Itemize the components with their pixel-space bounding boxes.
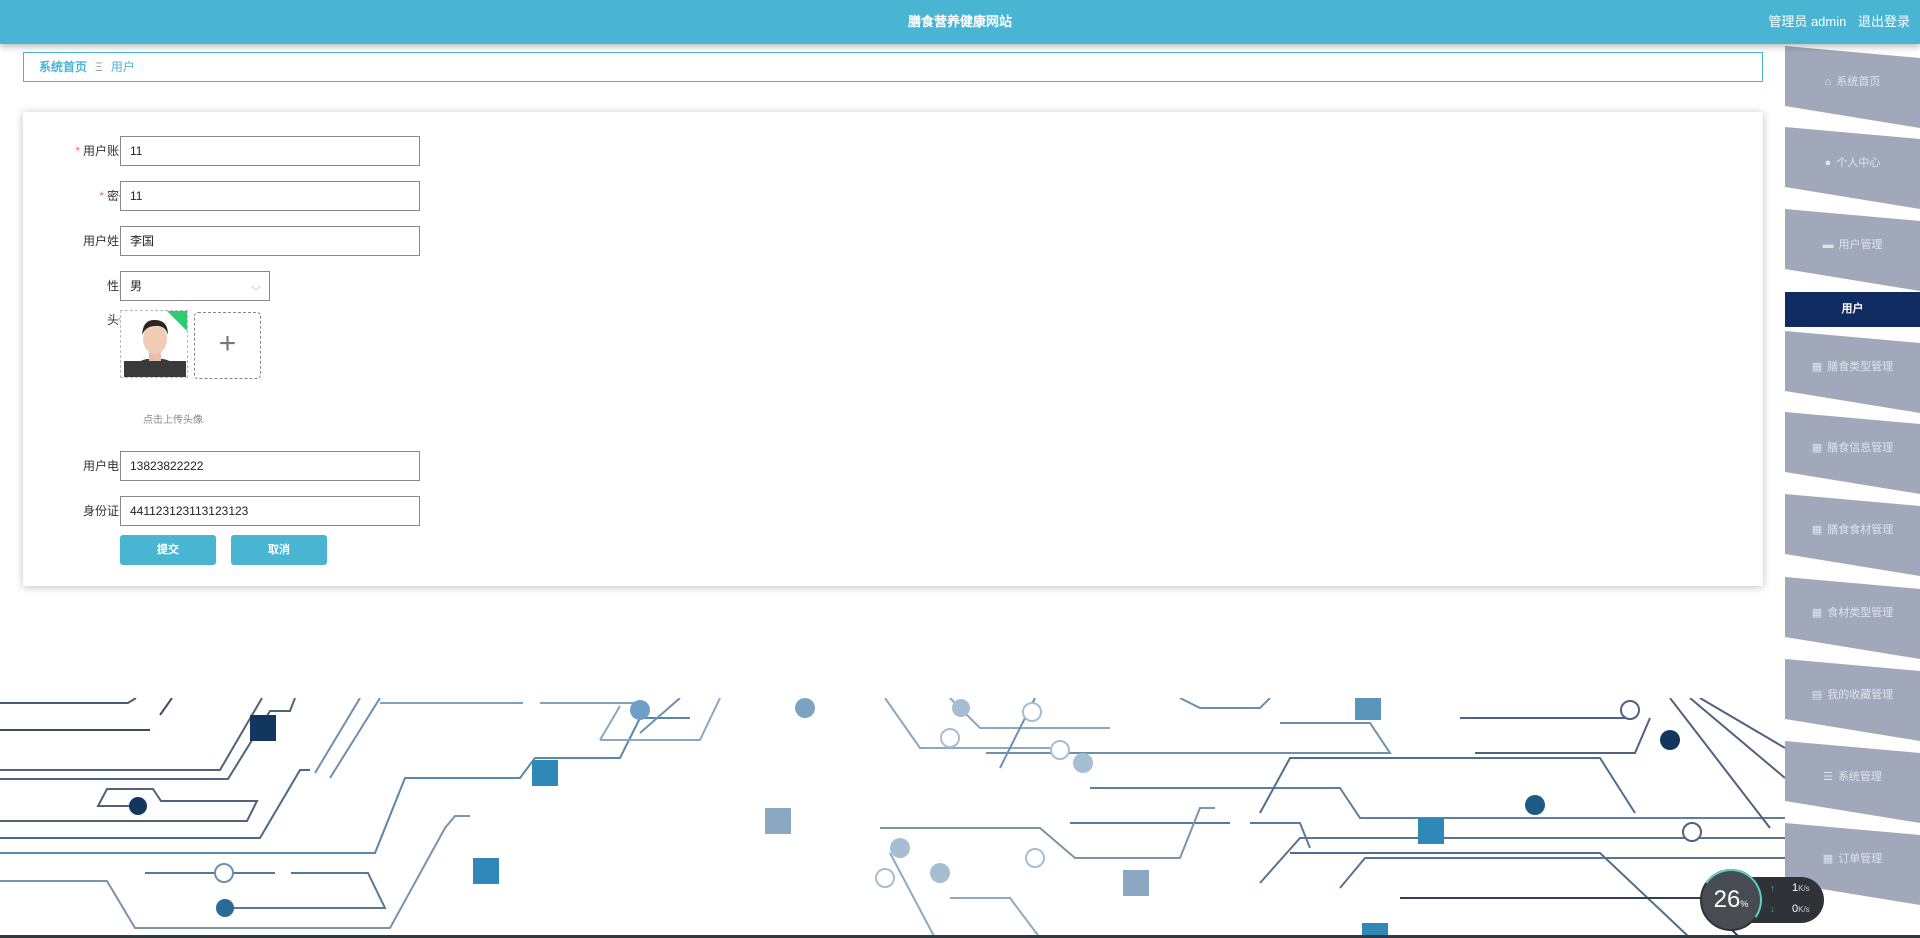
sidebar-item-label: 系统管理 [1837, 771, 1882, 783]
idcard-label: 身份证号 [82, 504, 131, 518]
sidebar-item-2[interactable]: ● 个人中心 [1785, 127, 1920, 209]
sidebar-item-6[interactable]: ▦ 膳食食材管理 [1785, 494, 1920, 576]
site-title: 膳食营养健康网站 [907, 14, 1012, 29]
upload-speed: 1K/s [1792, 882, 1810, 894]
grid-icon: ▦ [1811, 361, 1823, 373]
sidebar-item-label: 膳食食材管理 [1827, 524, 1894, 536]
download-arrow-icon: ↓ [1770, 904, 1775, 914]
grid-icon: ▦ [1811, 442, 1823, 454]
sidebar-item-label: 订单管理 [1838, 853, 1883, 865]
idcard-input[interactable]: 441123123113123123 [120, 496, 420, 526]
account-label: * 用户账号 [75, 144, 131, 158]
user-form: * 用户账号 11 * 密码 11 用户姓名 李国 性别 男 ﹀ 头像 + 点击上传头… [23, 112, 1763, 586]
breadcrumb-current: 用户 [110, 60, 135, 74]
gender-label: 性别 [106, 279, 131, 293]
sidebar-item-label: 系统首页 [1836, 76, 1881, 88]
sidebar-item-label: 膳食类型管理 [1827, 361, 1894, 373]
list-icon: ☰ [1823, 771, 1833, 783]
circuit-background [0, 698, 1785, 938]
name-input[interactable]: 李国 [120, 226, 420, 256]
sidebar-item-label: 我的收藏管理 [1827, 689, 1894, 701]
sidebar-item-4[interactable]: ▦ 膳食类型管理 [1785, 331, 1920, 413]
sidebar-item-5[interactable]: ▦ 膳食信息管理 [1785, 412, 1920, 494]
sidebar-item-3[interactable]: ▬ 用户管理 [1785, 209, 1920, 291]
upload-arrow-icon: ↑ [1770, 883, 1775, 893]
sidebar-item-label: 用户管理 [1838, 239, 1883, 251]
cancel-button[interactable]: 取消 [231, 535, 327, 565]
upload-plus-button[interactable]: + [194, 312, 261, 379]
phone-input[interactable]: 13823822222 [120, 451, 420, 481]
sidebar-item-8[interactable]: ▤ 我的收藏管理 [1785, 659, 1920, 741]
account-input[interactable]: 11 [120, 136, 420, 166]
download-speed: 0K/s [1792, 903, 1810, 915]
breadcrumb-home[interactable]: 系统首页 [39, 60, 87, 74]
sidebar-item-label: 膳食信息管理 [1827, 442, 1894, 454]
grid-icon: ▦ [1811, 524, 1823, 536]
table-icon: ▦ [1822, 853, 1834, 865]
gender-select[interactable]: 男 ﹀ [120, 271, 270, 301]
avatar-image[interactable] [120, 310, 188, 378]
password-input[interactable]: 11 [120, 181, 420, 211]
user-icon: ● [1824, 157, 1832, 169]
briefcase-icon: ▬ [1822, 239, 1834, 251]
admin-user: 管理员 admin [1768, 14, 1847, 29]
logout-link[interactable]: 退出登录 [1858, 14, 1910, 29]
avatar-label: 头像 [106, 313, 131, 327]
clipboard-icon: ▤ [1811, 689, 1823, 701]
breadcrumb: 系统首页 Ξ 用户 [23, 52, 1763, 82]
sidebar-item-label: 个人中心 [1836, 157, 1881, 169]
avatar-hint: 点击上传头像 [143, 415, 203, 426]
password-label: * 密码 [99, 189, 131, 203]
grid-icon: ▦ [1811, 607, 1823, 619]
sidebar-item-9[interactable]: ☰ 系统管理 [1785, 741, 1920, 823]
top-header: 膳食营养健康网站 管理员 admin 退出登录 [0, 0, 1920, 44]
submit-button[interactable]: 提交 [120, 535, 216, 565]
sidebar-item-label: 食材类型管理 [1827, 607, 1894, 619]
sidebar: 用户 ⌂ 系统首页 ● 个人中心 ▬ 用户管理 ▦ 膳食类型管理 ▦ 膳食信息管理 ▦ 膳食食材管理 ▦… [1785, 0, 1920, 938]
sidebar-subitem-user[interactable]: 用户 [1785, 292, 1920, 327]
name-label: 用户姓名 [82, 234, 131, 248]
sidebar-item-7[interactable]: ▦ 食材类型管理 [1785, 577, 1920, 659]
sidebar-item-1[interactable]: ⌂ 系统首页 [1785, 46, 1920, 128]
network-monitor-widget[interactable]: 26% ↑ ↓ 1K/s 0K/s [1695, 864, 1825, 936]
chevron-down-icon: ﹀ [251, 287, 261, 298]
phone-label: 用户电话 [82, 459, 131, 473]
home-icon: ⌂ [1824, 76, 1832, 88]
breadcrumb-separator: Ξ [95, 60, 103, 74]
